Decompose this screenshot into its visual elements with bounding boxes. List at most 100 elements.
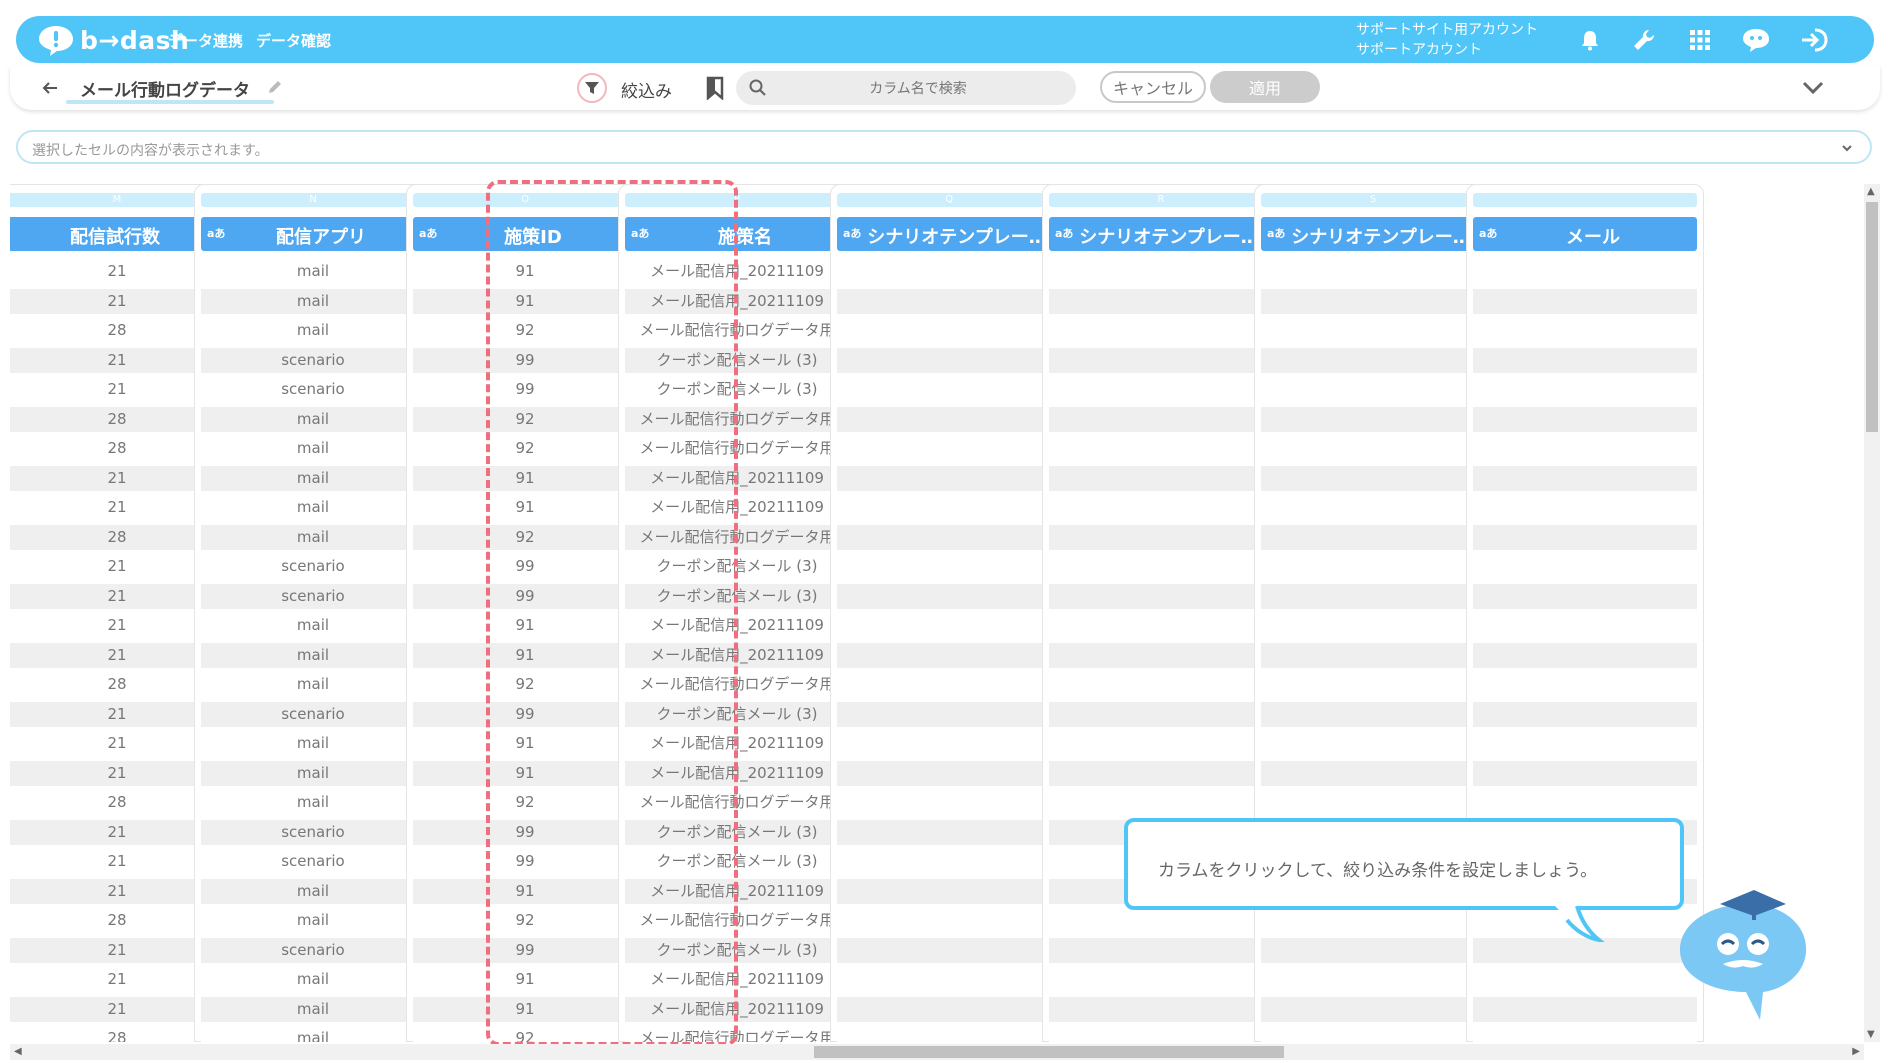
table-cell[interactable] xyxy=(1261,465,1485,491)
column-header[interactable]: aあ シナリオテンプレー… xyxy=(1261,217,1485,251)
table-cell[interactable]: 99 xyxy=(413,701,637,727)
column-header[interactable]: aあ 施策名 xyxy=(625,217,849,251)
table-cell[interactable]: 92 xyxy=(413,436,637,461)
table-cell[interactable]: mail xyxy=(201,436,425,461)
table-cell[interactable]: メール配信行動ログデータ用 xyxy=(625,524,849,550)
table-cell[interactable] xyxy=(1049,524,1273,550)
table-cell[interactable]: メール配信行動ログデータ用 xyxy=(625,1026,849,1042)
pencil-icon[interactable] xyxy=(266,78,284,96)
table-cell[interactable] xyxy=(1261,436,1485,461)
table-cell[interactable] xyxy=(1473,731,1697,756)
table-cell[interactable]: mail xyxy=(201,524,425,550)
table-cell[interactable] xyxy=(1473,701,1697,727)
table-cell[interactable]: 92 xyxy=(413,406,637,432)
table-cell[interactable] xyxy=(837,642,1061,668)
table-cell[interactable]: scenario xyxy=(201,849,425,874)
table-cell[interactable] xyxy=(1473,347,1697,373)
table-cell[interactable]: mail xyxy=(201,760,425,786)
table-cell[interactable] xyxy=(1049,465,1273,491)
table-cell[interactable] xyxy=(1261,790,1485,815)
table-cell[interactable]: メール配信行動ログデータ用 xyxy=(625,436,849,461)
table-cell[interactable] xyxy=(1049,406,1273,432)
table-cell[interactable] xyxy=(1261,967,1485,992)
table-cell[interactable]: 91 xyxy=(413,760,637,786)
bell-icon[interactable] xyxy=(1574,24,1606,56)
table-cell[interactable] xyxy=(1049,554,1273,579)
table-cell[interactable]: 99 xyxy=(413,347,637,373)
table-cell[interactable] xyxy=(1473,790,1697,815)
grid-column[interactable]: Naあ 配信アプリ mail mail mail scenario scenario mail… xyxy=(194,184,432,1042)
table-cell[interactable] xyxy=(1473,288,1697,314)
table-cell[interactable]: 91 xyxy=(413,259,637,284)
table-cell[interactable]: 92 xyxy=(413,672,637,697)
table-cell[interactable] xyxy=(837,613,1061,638)
table-cell[interactable]: mail xyxy=(201,495,425,520)
table-cell[interactable] xyxy=(837,731,1061,756)
table-cell[interactable]: scenario xyxy=(201,701,425,727)
table-cell[interactable] xyxy=(1049,701,1273,727)
table-cell[interactable] xyxy=(837,819,1061,845)
table-cell[interactable]: 91 xyxy=(413,878,637,904)
table-cell[interactable] xyxy=(1473,465,1697,491)
table-cell[interactable] xyxy=(1261,554,1485,579)
table-cell[interactable] xyxy=(837,465,1061,491)
grid-column[interactable]: Paあ 施策名 メール配信用_20211109 メール配信用_20211109 メール配… xyxy=(618,184,856,1042)
scroll-down-arrow[interactable]: ▼ xyxy=(1867,1029,1875,1040)
column-header[interactable]: aあ メール xyxy=(1473,217,1697,251)
chevron-down-icon[interactable] xyxy=(1800,76,1826,100)
table-cell[interactable] xyxy=(1049,347,1273,373)
table-cell[interactable] xyxy=(1049,377,1273,402)
table-cell[interactable] xyxy=(837,524,1061,550)
wrench-icon[interactable] xyxy=(1628,24,1660,56)
table-cell[interactable]: 91 xyxy=(413,967,637,992)
table-cell[interactable]: クーポン配信メール (3) xyxy=(625,937,849,963)
table-cell[interactable] xyxy=(837,672,1061,697)
table-cell[interactable]: メール配信用_20211109 xyxy=(625,259,849,284)
table-cell[interactable] xyxy=(837,288,1061,314)
table-cell[interactable]: メール配信用_20211109 xyxy=(625,760,849,786)
table-cell[interactable] xyxy=(1049,908,1273,933)
table-cell[interactable]: メール配信用_20211109 xyxy=(625,613,849,638)
table-cell[interactable]: scenario xyxy=(201,583,425,609)
table-cell[interactable]: scenario xyxy=(201,937,425,963)
table-cell[interactable] xyxy=(1261,672,1485,697)
table-cell[interactable]: mail xyxy=(201,259,425,284)
table-cell[interactable] xyxy=(1473,613,1697,638)
table-cell[interactable] xyxy=(837,849,1061,874)
expand-chevron-icon[interactable] xyxy=(1838,139,1856,157)
table-cell[interactable] xyxy=(1049,731,1273,756)
table-cell[interactable] xyxy=(1049,1026,1273,1042)
table-cell[interactable] xyxy=(1049,259,1273,284)
table-cell[interactable] xyxy=(837,701,1061,727)
table-cell[interactable]: クーポン配信メール (3) xyxy=(625,583,849,609)
table-cell[interactable]: メール配信用_20211109 xyxy=(625,967,849,992)
table-cell[interactable] xyxy=(1473,436,1697,461)
table-cell[interactable]: mail xyxy=(201,406,425,432)
table-cell[interactable]: 91 xyxy=(413,465,637,491)
table-cell[interactable] xyxy=(837,908,1061,933)
table-cell[interactable] xyxy=(1473,406,1697,432)
table-cell[interactable] xyxy=(1049,318,1273,343)
table-cell[interactable] xyxy=(837,967,1061,992)
table-cell[interactable]: 91 xyxy=(413,731,637,756)
table-cell[interactable] xyxy=(837,406,1061,432)
table-cell[interactable]: メール配信用_20211109 xyxy=(625,642,849,668)
table-cell[interactable]: メール配信行動ログデータ用 xyxy=(625,406,849,432)
table-cell[interactable] xyxy=(837,554,1061,579)
account-info[interactable]: サポートサイト用アカウント サポートアカウント xyxy=(1356,20,1538,60)
table-cell[interactable] xyxy=(837,1026,1061,1042)
table-cell[interactable] xyxy=(1261,583,1485,609)
table-cell[interactable] xyxy=(1261,1026,1485,1042)
table-cell[interactable] xyxy=(1261,908,1485,933)
table-cell[interactable]: mail xyxy=(201,318,425,343)
grid-column[interactable]: Raあ シナリオテンプレー… xyxy=(1042,184,1280,1042)
table-cell[interactable]: mail xyxy=(201,731,425,756)
table-cell[interactable] xyxy=(1261,613,1485,638)
table-cell[interactable]: メール配信行動ログデータ用 xyxy=(625,672,849,697)
table-cell[interactable]: 92 xyxy=(413,790,637,815)
table-cell[interactable] xyxy=(1049,967,1273,992)
cell-content-bar[interactable]: 選択したセルの内容が表示されます。 xyxy=(16,130,1872,164)
table-cell[interactable] xyxy=(1473,495,1697,520)
scroll-left-arrow[interactable]: ◀ xyxy=(14,1046,22,1057)
table-cell[interactable] xyxy=(1049,996,1273,1022)
